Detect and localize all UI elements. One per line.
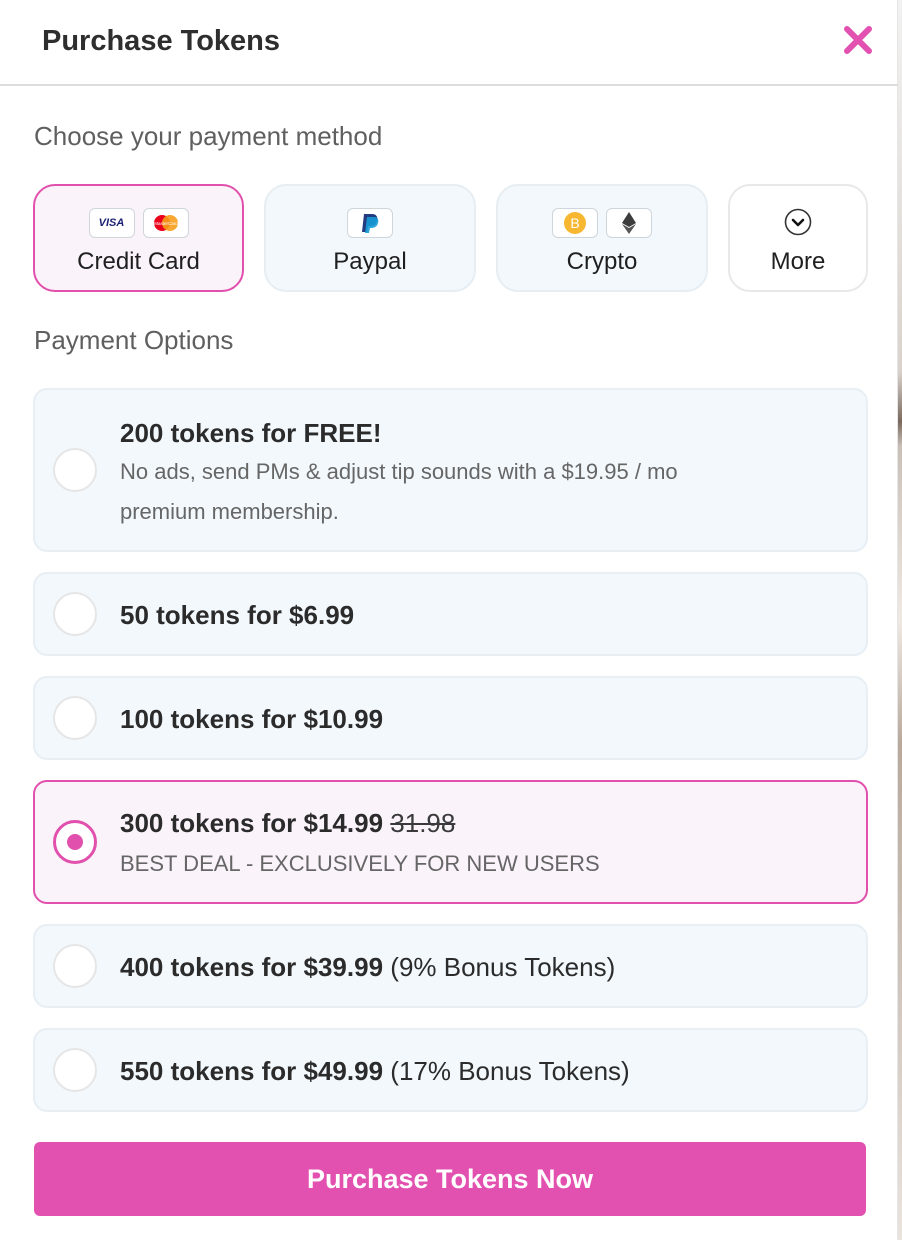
svg-text:B: B: [570, 215, 579, 231]
payment-method-paypal[interactable]: Paypal: [264, 184, 476, 292]
payment-method-crypto[interactable]: B Crypto: [496, 184, 708, 292]
mastercard-text: MasterCard: [154, 221, 178, 226]
chevron-down-icon: [784, 208, 812, 236]
close-button[interactable]: [840, 22, 876, 58]
payment-method-label-credit-card: Credit Card: [77, 248, 200, 275]
payment-option-300[interactable]: 300 tokens for $14.99 31.98 BEST DEAL - …: [33, 780, 868, 904]
payment-options-label: Payment Options: [34, 325, 234, 355]
option-title: 50 tokens for $6.99: [120, 600, 355, 630]
visa-icon: VISA: [88, 208, 135, 238]
option-radio[interactable]: [53, 448, 97, 492]
visa-text: VISA: [98, 217, 125, 229]
option-title: 550 tokens for $49.99 (17% Bonus Tokens): [120, 1056, 630, 1087]
option-radio[interactable]: [53, 1048, 97, 1092]
option-old-price: 31.98: [390, 808, 456, 838]
payment-method-label: Choose your payment method: [34, 121, 383, 151]
payment-method-credit-card[interactable]: VISA MasterCard Credit Card: [33, 184, 244, 292]
option-title: 200 tokens for FREE!: [120, 418, 382, 448]
payment-option-550[interactable]: 550 tokens for $49.99 (17% Bonus Tokens): [33, 1028, 868, 1112]
modal-title: Purchase Tokens: [42, 25, 281, 57]
option-subtitle-line1: No ads, send PMs & adjust tip sounds wit…: [120, 459, 678, 484]
option-subtitle: BEST DEAL - EXCLUSIVELY FOR NEW USERS: [120, 851, 600, 876]
option-radio[interactable]: [53, 944, 97, 988]
option-bonus: (9% Bonus Tokens): [390, 952, 616, 982]
payment-method-label-paypal: Paypal: [333, 248, 407, 275]
payment-option-200-free[interactable]: 200 tokens for FREE! No ads, send PMs & …: [33, 388, 868, 552]
option-title: 400 tokens for $39.99 (9% Bonus Tokens): [120, 952, 615, 983]
option-bonus: (17% Bonus Tokens): [390, 1056, 630, 1086]
ethereum-icon: [606, 208, 652, 238]
paypal-icon: [347, 208, 393, 238]
payment-option-100[interactable]: 100 tokens for $10.99: [33, 676, 868, 760]
mastercard-icon: MasterCard: [142, 208, 189, 238]
purchase-tokens-now-button[interactable]: Purchase Tokens Now: [34, 1142, 866, 1216]
payment-option-400[interactable]: 400 tokens for $39.99 (9% Bonus Tokens): [33, 924, 868, 1008]
background-edge: [898, 0, 902, 1240]
option-radio[interactable]: [53, 696, 97, 740]
option-title: 100 tokens for $10.99: [120, 704, 384, 734]
option-price: 400 tokens for $39.99: [120, 952, 384, 982]
payment-method-label-crypto: Crypto: [566, 248, 638, 275]
option-radio-selected[interactable]: [53, 820, 97, 864]
option-radio[interactable]: [53, 592, 97, 636]
option-price: 550 tokens for $49.99: [120, 1056, 384, 1086]
modal-header: Purchase Tokens: [0, 0, 898, 86]
payment-method-label-more: More: [770, 248, 826, 275]
close-icon: [844, 26, 872, 54]
purchase-tokens-modal: Purchase Tokens Choose your payment meth…: [0, 0, 898, 1240]
option-subtitle-line2: premium membership.: [120, 499, 339, 524]
payment-option-50[interactable]: 50 tokens for $6.99: [33, 572, 868, 656]
bitcoin-icon: B: [552, 208, 598, 238]
option-title: 300 tokens for $14.99 31.98: [120, 808, 455, 839]
option-price: 300 tokens for $14.99: [120, 808, 384, 838]
payment-method-more[interactable]: More: [728, 184, 868, 292]
